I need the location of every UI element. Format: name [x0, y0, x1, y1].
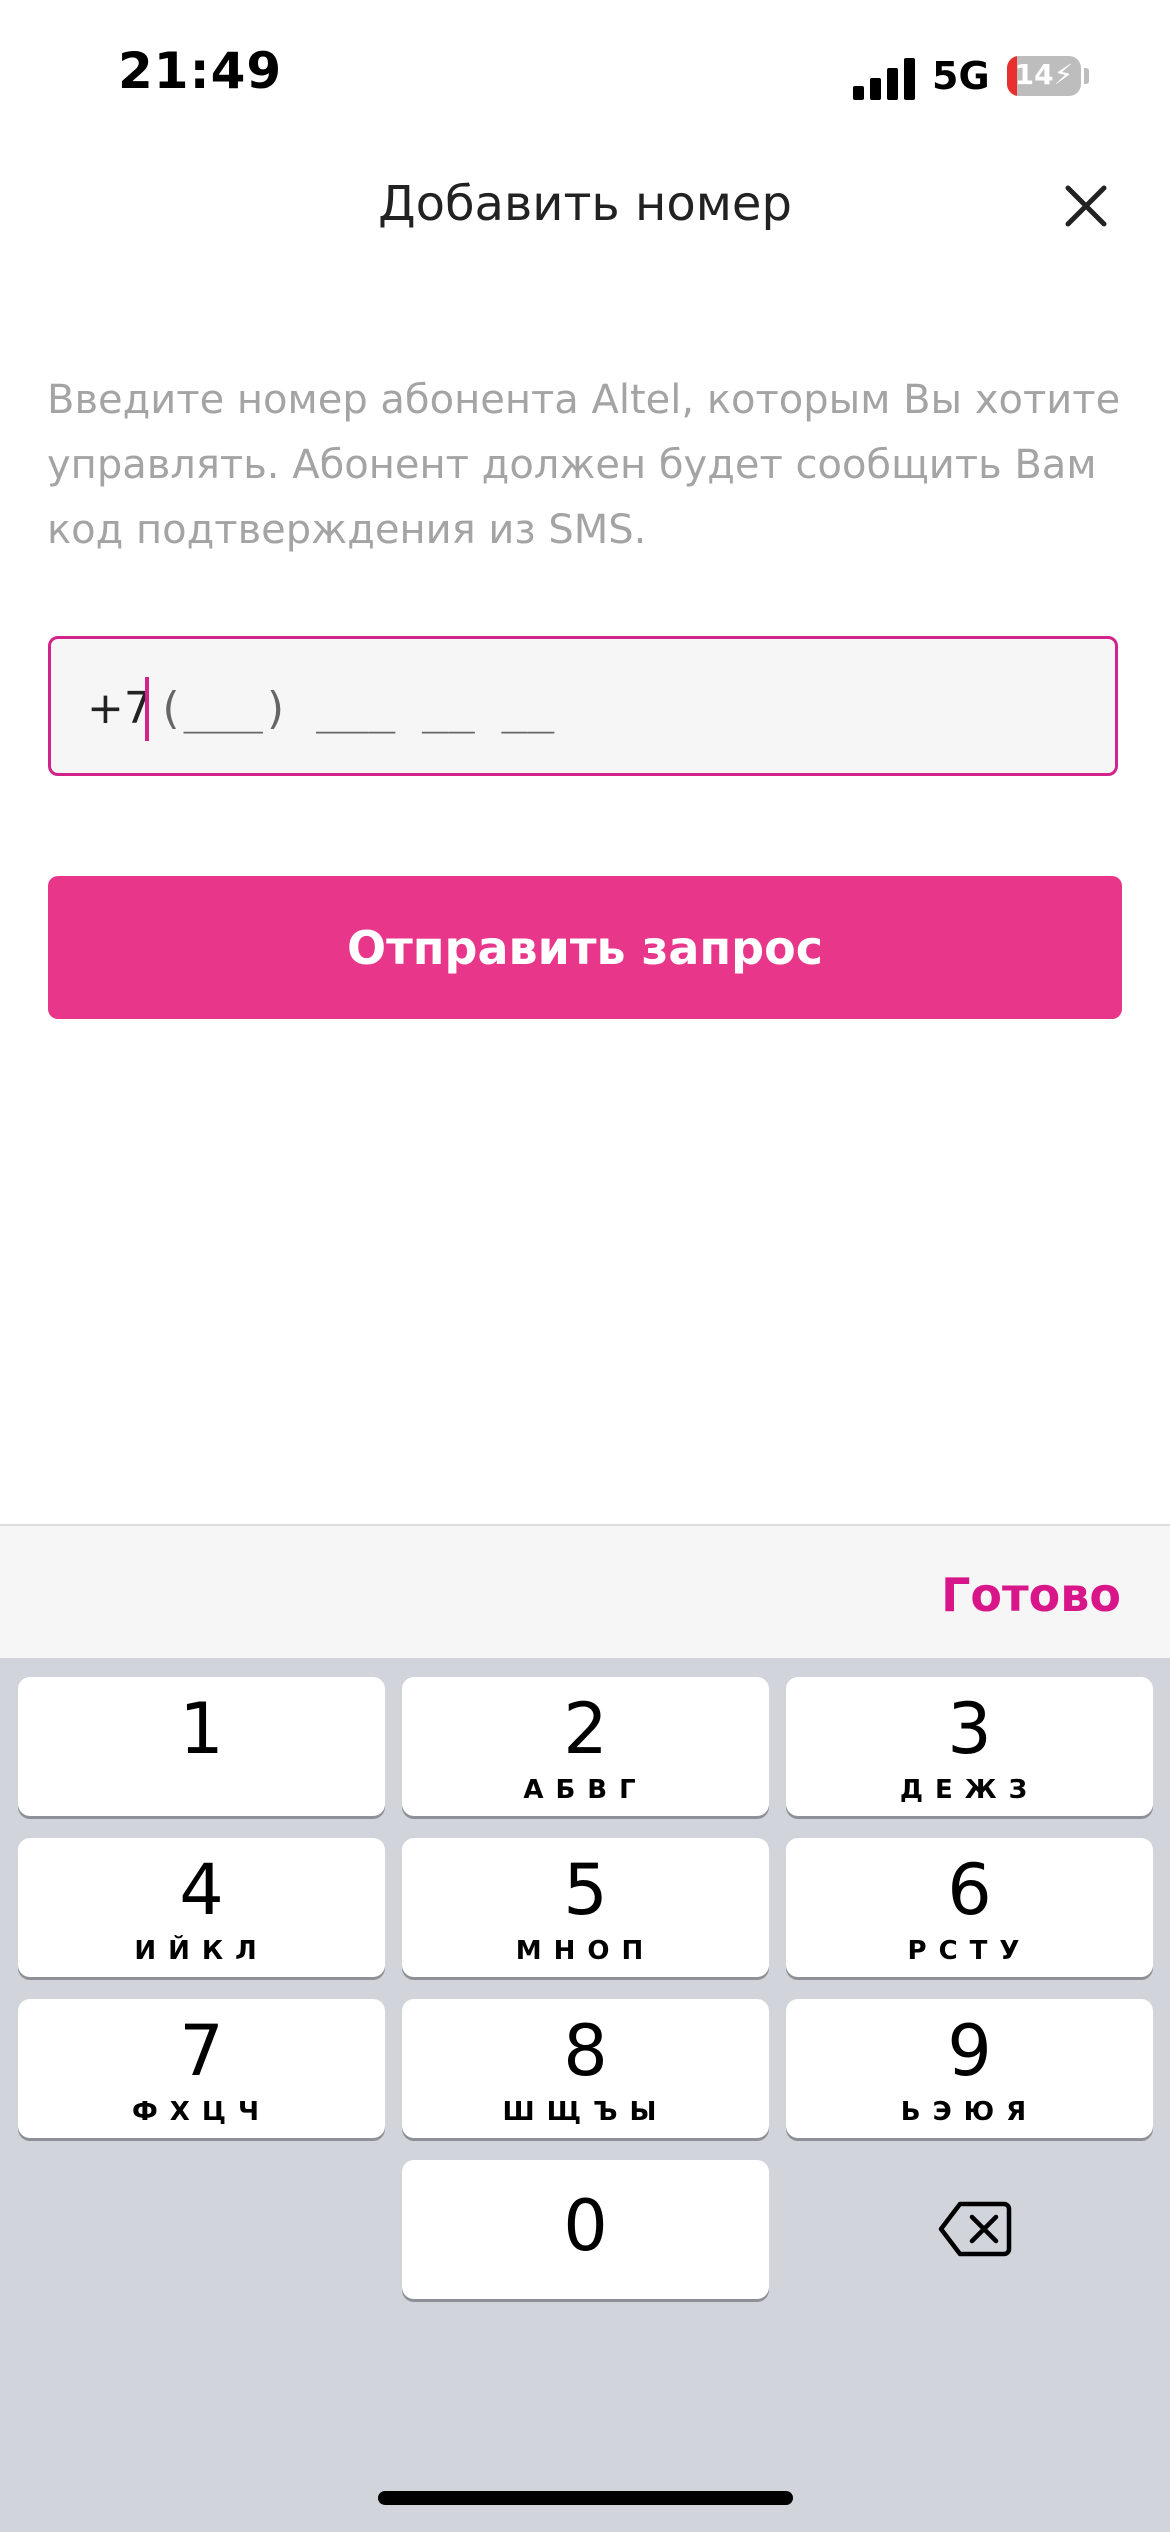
key-4[interactable]: 4 ИЙКЛ	[18, 1838, 385, 1977]
battery-percent: 14	[1014, 58, 1054, 91]
signal-icon	[853, 58, 915, 100]
network-type: 5G	[932, 54, 990, 98]
text-caret	[145, 677, 149, 741]
key-1[interactable]: 1	[18, 1677, 385, 1816]
key-letters: ФХЦЧ	[132, 2097, 271, 2127]
battery-level: 14⚡	[1007, 58, 1081, 91]
key-letters: ЬЭЮЯ	[900, 2097, 1039, 2127]
close-icon[interactable]	[1058, 178, 1114, 234]
key-digit: 0	[563, 2185, 608, 2267]
country-code: +7	[87, 683, 152, 734]
keyboard-toolbar: Готово	[0, 1524, 1170, 1658]
key-letters: ШЩЪЫ	[502, 2097, 669, 2127]
key-digit: 3	[947, 1688, 992, 1770]
key-letters: МНОП	[515, 1936, 656, 1966]
key-digit: 4	[179, 1849, 224, 1931]
key-2[interactable]: 2 АБВГ	[402, 1677, 769, 1816]
key-7[interactable]: 7 ФХЦЧ	[18, 1999, 385, 2138]
key-letters: РСТУ	[907, 1936, 1032, 1966]
key-letters: ДЕЖЗ	[899, 1775, 1040, 1805]
key-digit: 7	[179, 2010, 224, 2092]
key-digit: 1	[179, 1688, 224, 1770]
key-6[interactable]: 6 РСТУ	[786, 1838, 1153, 1977]
key-digit: 9	[947, 2010, 992, 2092]
key-5[interactable]: 5 МНОП	[402, 1838, 769, 1977]
phone-mask-placeholder: (___) ___ __ __	[157, 683, 555, 734]
battery-icon: 14⚡	[1007, 56, 1081, 96]
page-title: Добавить номер	[378, 176, 792, 232]
key-0[interactable]: 0	[402, 2160, 769, 2299]
key-digit: 2	[563, 1688, 608, 1770]
key-digit: 5	[563, 1849, 608, 1931]
charging-bolt-icon: ⚡	[1053, 58, 1074, 91]
send-request-button[interactable]: Отправить запрос	[48, 876, 1122, 1019]
key-letters: ИЙКЛ	[134, 1936, 269, 1966]
status-bar: 21:49 5G 14⚡	[0, 0, 1170, 150]
key-digit: 6	[947, 1849, 992, 1931]
phone-number-input[interactable]: +7 (___) ___ __ __	[48, 636, 1118, 776]
instruction-text: Введите номер абонента Altel, которым Вы…	[47, 377, 1121, 553]
key-letters: АБВГ	[523, 1775, 648, 1805]
backspace-button[interactable]	[786, 2160, 1153, 2299]
backspace-icon	[938, 2201, 1012, 2257]
key-9[interactable]: 9 ЬЭЮЯ	[786, 1999, 1153, 2138]
status-time: 21:49	[118, 42, 283, 100]
key-8[interactable]: 8 ШЩЪЫ	[402, 1999, 769, 2138]
key-digit: 8	[563, 2010, 608, 2092]
done-button[interactable]: Готово	[941, 1568, 1121, 1622]
battery-cap	[1084, 68, 1089, 84]
key-3[interactable]: 3 ДЕЖЗ	[786, 1677, 1153, 1816]
home-indicator	[378, 2491, 793, 2505]
